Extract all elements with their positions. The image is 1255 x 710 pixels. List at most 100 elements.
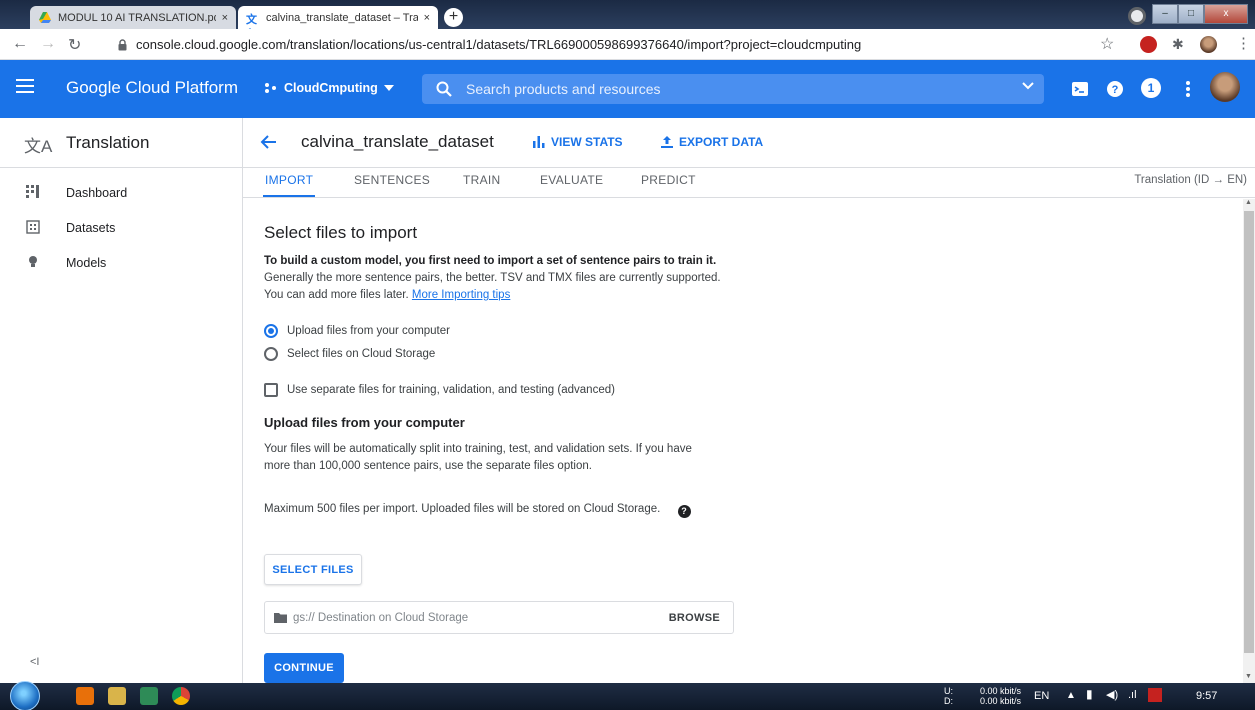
taskbar-app-explorer-icon[interactable]	[108, 687, 126, 705]
sidebar-item-label: Models	[66, 256, 107, 270]
net-up-speed: 0.00 kbit/s	[980, 686, 1022, 696]
continue-button[interactable]: CONTINUE	[264, 653, 344, 683]
adblock-extension-icon[interactable]	[1140, 36, 1157, 53]
volume-icon[interactable]: ◀)	[1106, 690, 1118, 701]
datasets-icon	[26, 220, 40, 234]
maximize-button[interactable]: □	[1178, 4, 1204, 24]
radio-upload-computer[interactable]: Upload files from your computer	[264, 324, 450, 338]
view-stats-button[interactable]: VIEW STATS	[533, 135, 623, 149]
page-scrollbar[interactable]: ▲ ▼	[1243, 199, 1255, 683]
minimize-button[interactable]: –	[1152, 4, 1178, 24]
browser-tab-translation[interactable]: 文A calvina_translate_dataset – Translati…	[238, 6, 438, 39]
sidebar: 文A Translation Dashboard Datasets Models…	[0, 118, 243, 683]
tab-label: TRAIN	[463, 173, 501, 187]
browser-tab-title: calvina_translate_dataset – Translation	[266, 11, 418, 24]
tray-expand-icon[interactable]: ▲	[1066, 691, 1076, 701]
language-pair: Translation (ID → EN)	[1134, 174, 1247, 186]
tray-network-icon[interactable]: ▮	[1086, 688, 1093, 700]
taskbar-chrome-icon[interactable]	[172, 687, 190, 705]
taskbar-app-sheet-icon[interactable]	[140, 687, 158, 705]
select-files-button[interactable]: SELECT FILES	[264, 554, 362, 585]
project-name: CloudCmputing	[284, 81, 378, 95]
reload-icon[interactable]: ↻	[68, 35, 81, 55]
back-arrow-icon[interactable]	[259, 132, 279, 152]
browse-button[interactable]: BROWSE	[669, 612, 720, 624]
tab-close-icon[interactable]: ×	[424, 12, 430, 24]
gcp-header: Google Cloud Platform CloudCmputing ? 1	[0, 60, 1255, 118]
tab-sentences[interactable]: SENTENCES	[352, 168, 432, 197]
search-box[interactable]	[422, 74, 1044, 104]
svg-text:?: ?	[1112, 84, 1119, 96]
tab-predict[interactable]: PREDICT	[639, 168, 698, 197]
search-input[interactable]	[466, 80, 986, 98]
scrollbar-thumb[interactable]	[1244, 211, 1254, 653]
export-data-label: EXPORT DATA	[679, 135, 764, 149]
browser-profile-icon[interactable]	[1128, 7, 1146, 25]
tab-evaluate[interactable]: EVALUATE	[538, 168, 605, 197]
view-stats-label: VIEW STATS	[551, 135, 623, 149]
more-options-icon[interactable]	[1178, 79, 1198, 99]
taskbar-app-media-icon[interactable]	[76, 687, 94, 705]
user-avatar-icon[interactable]	[1200, 36, 1217, 53]
sidebar-item-dashboard[interactable]: Dashboard	[0, 176, 242, 210]
lock-icon[interactable]	[118, 39, 127, 51]
new-tab-button[interactable]: +	[444, 8, 463, 27]
address-bar-row: ← → ↻ console.cloud.google.com/translati…	[0, 29, 1255, 60]
upload-line-1: Your files will be automatically split i…	[264, 443, 692, 455]
forward-arrow-icon[interactable]: →	[40, 35, 56, 53]
intro-line-2: Generally the more sentence pairs, the b…	[264, 272, 721, 284]
browser-tab-title: MODUL 10 AI TRANSLATION.pdf	[58, 11, 216, 24]
importing-tips-link[interactable]: More Importing tips	[412, 289, 510, 301]
bookmark-star-icon[interactable]: ☆	[1100, 34, 1117, 53]
radio-cloud-indicator[interactable]	[264, 347, 278, 361]
scroll-down-arrow-icon[interactable]: ▼	[1245, 673, 1252, 680]
project-selector[interactable]: CloudCmputing	[264, 81, 394, 95]
checkbox-indicator[interactable]	[264, 383, 278, 397]
language-indicator[interactable]: EN	[1034, 691, 1049, 702]
taskbar-clock[interactable]: 9:57	[1196, 690, 1217, 702]
tab-import[interactable]: IMPORT	[263, 168, 316, 197]
radio-upload-indicator[interactable]	[264, 324, 278, 338]
radio-cloud-storage[interactable]: Select files on Cloud Storage	[264, 347, 435, 361]
signal-icon[interactable]: .ıl	[1128, 690, 1137, 701]
translate-icon: 文A	[24, 137, 53, 156]
scroll-up-arrow-icon[interactable]: ▲	[1245, 199, 1252, 206]
help-circle-icon[interactable]: ?	[677, 505, 691, 518]
upload-line-2: more than 100,000 sentence pairs, use th…	[264, 460, 592, 472]
product-name: Translation	[66, 133, 150, 152]
search-expand-icon[interactable]	[1022, 82, 1034, 90]
search-icon	[436, 81, 452, 97]
action-center-icon[interactable]	[1148, 688, 1162, 702]
tab-train[interactable]: TRAIN	[461, 168, 503, 197]
gcp-brand[interactable]: Google Cloud Platform	[66, 78, 238, 98]
windows-taskbar: U: D: 0.00 kbit/s 0.00 kbit/s EN ▲ ▮ ◀) …	[0, 681, 1255, 710]
tab-label: IMPORT	[265, 173, 314, 187]
close-window-button[interactable]: x	[1204, 4, 1248, 24]
separate-files-label: Use separate files for training, validat…	[287, 384, 615, 396]
gcs-destination-input[interactable]	[293, 610, 653, 626]
tab-label: SENTENCES	[354, 173, 431, 187]
notification-badge[interactable]: 1	[1141, 78, 1161, 98]
back-arrow-icon[interactable]: ←	[12, 35, 28, 53]
intro-text: To build a custom model, you first need …	[264, 253, 721, 304]
separate-files-checkbox[interactable]: Use separate files for training, validat…	[264, 383, 615, 397]
form-heading: Select files to import	[264, 223, 418, 242]
start-button[interactable]	[10, 681, 40, 710]
tab-label: PREDICT	[641, 173, 696, 187]
radio-upload-label: Upload files from your computer	[287, 325, 450, 337]
browser-tab-pdf[interactable]: MODUL 10 AI TRANSLATION.pdf ×	[30, 6, 236, 29]
account-avatar[interactable]	[1210, 72, 1240, 102]
collapse-sidebar-icon[interactable]: <I	[30, 656, 39, 668]
url-text[interactable]: console.cloud.google.com/translation/loc…	[136, 37, 861, 52]
browser-menu-icon[interactable]: ⋮	[1236, 34, 1253, 52]
extensions-puzzle-icon[interactable]: ✱	[1172, 36, 1189, 53]
sidebar-item-datasets[interactable]: Datasets	[0, 211, 242, 245]
sidebar-item-models[interactable]: Models	[0, 246, 242, 280]
help-icon[interactable]: ?	[1105, 79, 1125, 99]
export-data-button[interactable]: EXPORT DATA	[661, 135, 763, 149]
cloud-shell-icon[interactable]	[1070, 79, 1090, 99]
import-form: Select files to import To build a custom…	[243, 199, 1243, 683]
gcs-destination-field[interactable]: BROWSE	[264, 601, 734, 634]
tab-close-icon[interactable]: ×	[222, 12, 228, 24]
hamburger-menu-icon[interactable]	[16, 79, 34, 93]
